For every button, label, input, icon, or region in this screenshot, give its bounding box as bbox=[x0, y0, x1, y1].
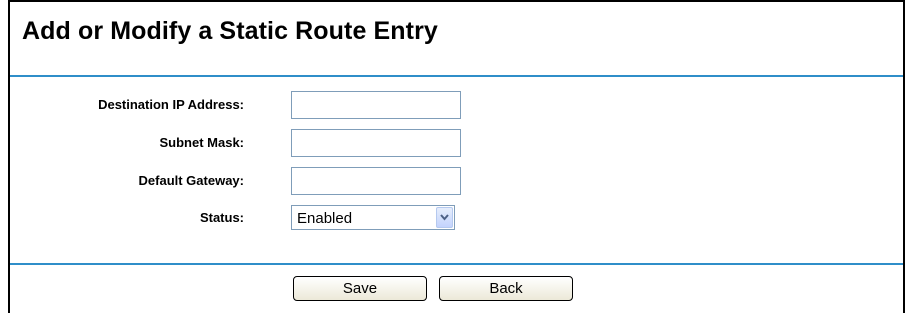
static-route-panel: Add or Modify a Static Route Entry Desti… bbox=[8, 0, 905, 313]
destination-ip-input[interactable] bbox=[291, 91, 461, 119]
default-gateway-input[interactable] bbox=[291, 167, 461, 195]
destination-ip-label: Destination IP Address: bbox=[98, 97, 244, 112]
status-label: Status: bbox=[199, 210, 244, 225]
save-button[interactable]: Save bbox=[293, 276, 427, 301]
subnet-mask-input[interactable] bbox=[291, 129, 461, 157]
status-select[interactable]: Enabled bbox=[291, 205, 455, 230]
top-divider bbox=[10, 75, 903, 77]
chevron-down-icon bbox=[440, 214, 449, 221]
back-button[interactable]: Back bbox=[439, 276, 573, 301]
status-selected-value: Enabled bbox=[297, 210, 353, 227]
bottom-divider bbox=[10, 263, 903, 265]
status-dropdown-button[interactable] bbox=[436, 207, 453, 228]
page-title: Add or Modify a Static Route Entry bbox=[22, 17, 438, 45]
subnet-mask-label: Subnet Mask: bbox=[159, 135, 244, 150]
default-gateway-label: Default Gateway: bbox=[138, 173, 244, 188]
